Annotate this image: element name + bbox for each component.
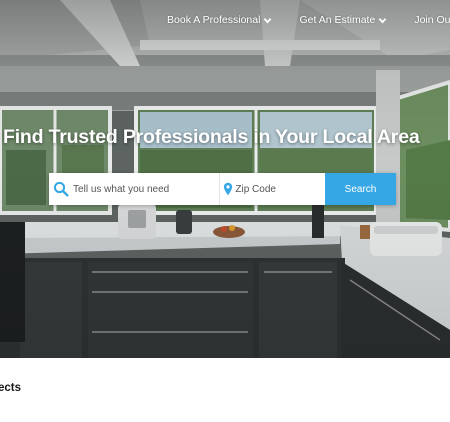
section-heading: ects bbox=[0, 382, 22, 394]
chevron-down-icon bbox=[379, 17, 387, 23]
service-field[interactable] bbox=[49, 173, 220, 205]
nav-item-label: Join Our bbox=[414, 14, 450, 26]
top-nav: Book A Professional Get An Estimate Join… bbox=[167, 11, 450, 29]
search-bar: Search bbox=[49, 173, 396, 205]
map-pin-icon bbox=[220, 182, 235, 196]
hero-banner: Book A Professional Get An Estimate Join… bbox=[0, 0, 450, 358]
zip-field[interactable] bbox=[220, 173, 325, 205]
search-icon bbox=[49, 181, 73, 197]
chevron-down-icon bbox=[264, 17, 272, 23]
search-button[interactable]: Search bbox=[325, 173, 396, 205]
zip-code-input[interactable] bbox=[235, 174, 325, 204]
nav-join-our[interactable]: Join Our bbox=[414, 14, 450, 26]
nav-book-a-professional[interactable]: Book A Professional bbox=[167, 14, 272, 26]
nav-item-label: Book A Professional bbox=[167, 14, 261, 26]
nav-get-an-estimate[interactable]: Get An Estimate bbox=[299, 14, 387, 26]
service-search-input[interactable] bbox=[73, 174, 219, 204]
nav-item-label: Get An Estimate bbox=[299, 14, 376, 26]
hero-headline: Find Trusted Professionals in Your Local… bbox=[3, 126, 420, 148]
